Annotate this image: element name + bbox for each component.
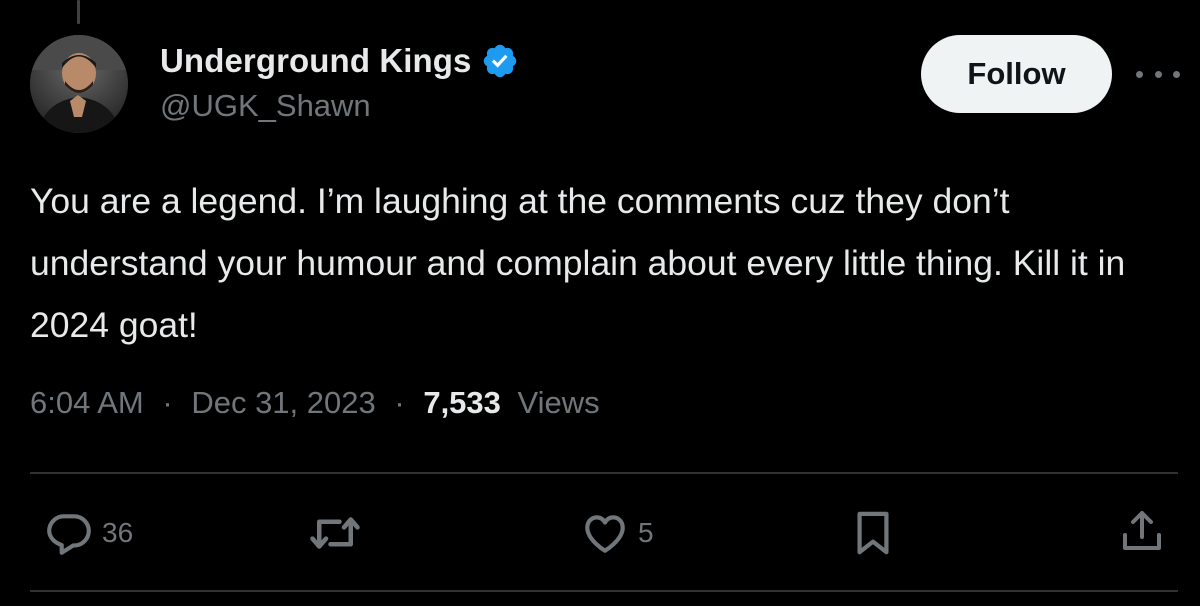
ellipsis-dot	[1154, 70, 1162, 78]
author-display-name[interactable]: Underground Kings	[160, 42, 472, 80]
divider	[30, 472, 1178, 474]
tweet-time[interactable]: 6:04 AM	[30, 385, 144, 420]
reply-icon	[47, 514, 91, 555]
bookmark-icon	[857, 511, 889, 555]
tweet-detail: Underground Kings @UGK_Shawn Follow You …	[0, 0, 1200, 606]
share-icon	[1123, 511, 1161, 550]
ellipsis-dot	[1173, 70, 1180, 78]
reply-button[interactable]: 36	[44, 508, 133, 558]
follow-button[interactable]: Follow	[921, 35, 1112, 113]
ellipsis-icon[interactable]	[1136, 64, 1180, 84]
views-label: Views	[517, 385, 600, 420]
thread-connector-line	[77, 0, 80, 24]
views-count: 7,533	[423, 385, 501, 420]
ellipsis-dot	[1136, 70, 1143, 78]
like-count: 5	[638, 517, 654, 548]
profile-photo-icon	[30, 35, 128, 133]
retweet-icon	[310, 517, 360, 549]
author-info: Underground Kings @UGK_Shawn	[160, 38, 519, 124]
verified-badge-icon	[481, 42, 519, 80]
author-name-row: Underground Kings	[160, 38, 519, 84]
heart-icon	[585, 515, 625, 553]
tweet-meta: 6:04 AM · Dec 31, 2023 · 7,533 Views	[30, 385, 600, 421]
tweet-actions-bar: 36 5	[0, 505, 1200, 561]
like-button[interactable]: 5	[580, 508, 654, 558]
reply-count: 36	[102, 517, 134, 548]
tweet-text: You are a legend. I’m laughing at the co…	[30, 181, 1126, 345]
author-handle[interactable]: @UGK_Shawn	[160, 88, 519, 124]
share-button[interactable]	[1118, 507, 1166, 555]
bookmark-button[interactable]	[853, 510, 893, 556]
meta-separator: ·	[394, 385, 405, 420]
avatar[interactable]	[30, 35, 128, 133]
retweet-button[interactable]	[308, 510, 370, 556]
tweet-date[interactable]: Dec 31, 2023	[191, 385, 375, 420]
divider	[30, 590, 1178, 592]
meta-separator: ·	[162, 385, 173, 420]
